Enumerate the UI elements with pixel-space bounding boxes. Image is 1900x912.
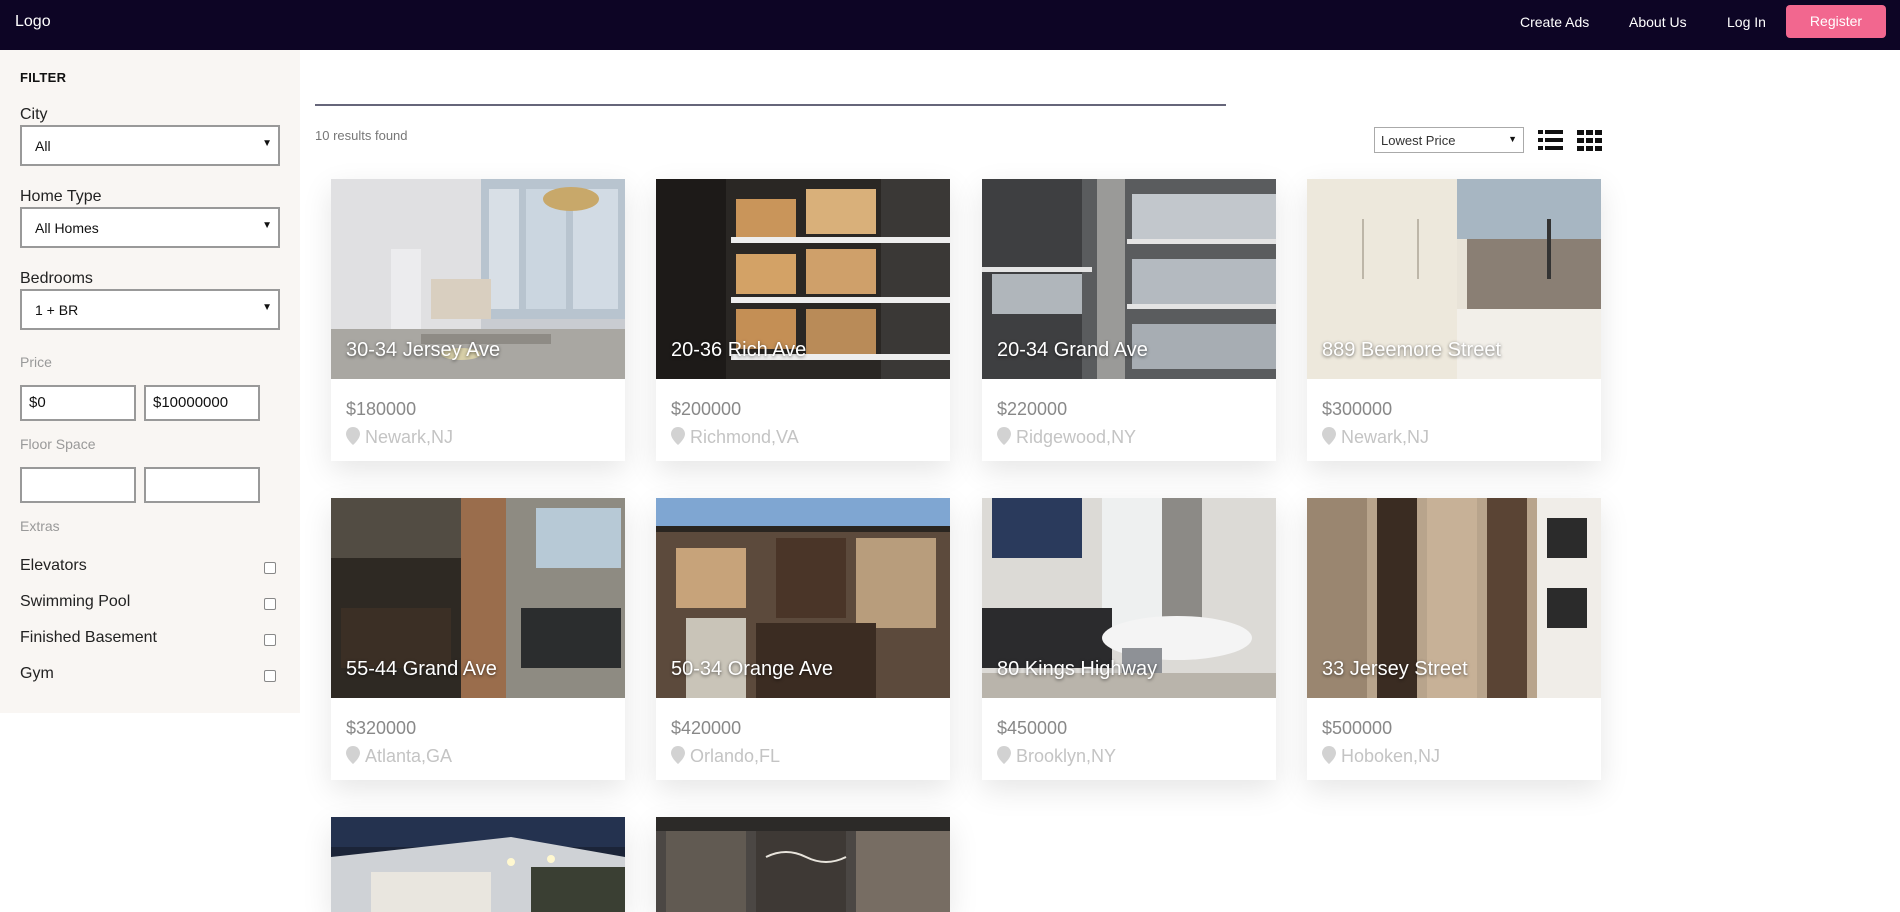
listing-card[interactable] <box>656 817 950 912</box>
nav-log-in[interactable]: Log In <box>1727 14 1766 30</box>
listing-location: Newark,NJ <box>1341 427 1430 447</box>
extra-elevators-label: Elevators <box>20 557 87 574</box>
listing-title[interactable]: 30-34 Jersey Ave <box>346 339 500 362</box>
listing-title[interactable]: 20-36 Rich Ave <box>671 339 806 362</box>
floor-space-min-input[interactable] <box>20 467 136 503</box>
listing-card[interactable]: 33 Jersey Street $500000 Hoboken,NJ <box>1307 498 1601 780</box>
extra-gym-label: Gym <box>20 665 54 682</box>
location-pin-icon <box>1322 427 1336 445</box>
listing-price: $500000 <box>1322 718 1393 738</box>
location-pin-icon <box>1322 746 1336 764</box>
listing-price: $220000 <box>997 399 1068 419</box>
home-type-label: Home Type <box>20 188 102 205</box>
floor-space-max-input[interactable] <box>144 467 260 503</box>
listing-title[interactable]: 33 Jersey Street <box>1322 658 1468 681</box>
grid-view-icon[interactable] <box>1577 129 1602 151</box>
nav-about-us[interactable]: About Us <box>1629 14 1687 30</box>
city-select-value: All <box>35 138 51 154</box>
top-navbar: Logo Create Ads About Us Log In Register <box>0 0 1900 50</box>
listing-card[interactable]: 55-44 Grand Ave $320000 Atlanta,GA <box>331 498 625 780</box>
listing-title[interactable]: 889 Beemore Street <box>1322 339 1501 362</box>
listing-card[interactable]: 20-34 Grand Ave $220000 Ridgewood,NY <box>982 179 1276 461</box>
register-button[interactable]: Register <box>1786 5 1886 38</box>
location-pin-icon <box>997 427 1011 445</box>
caret-down-icon: ▼ <box>262 220 272 231</box>
listing-location: Atlanta,GA <box>365 746 453 766</box>
extras-label: Extras <box>20 518 60 534</box>
listing-card[interactable]: 889 Beemore Street $300000 Newark,NJ <box>1307 179 1601 461</box>
listing-card[interactable]: 20-36 Rich Ave $200000 Richmond,VA <box>656 179 950 461</box>
listing-photo <box>656 817 950 912</box>
extra-finished-basement-checkbox[interactable] <box>264 634 276 646</box>
listing-card[interactable]: 80 Kings Highway $450000 Brooklyn,NY <box>982 498 1276 780</box>
extra-swimming-pool-checkbox[interactable] <box>264 598 276 610</box>
listing-price: $320000 <box>346 718 417 738</box>
caret-down-icon: ▼ <box>1508 134 1517 144</box>
location-pin-icon <box>346 746 360 764</box>
price-min-input[interactable]: $0 <box>20 385 136 421</box>
search-input[interactable] <box>315 104 1226 106</box>
home-type-select-value: All Homes <box>35 220 99 236</box>
home-type-select[interactable]: All Homes ▼ <box>20 207 280 248</box>
listing-card[interactable] <box>331 817 625 912</box>
sort-select-value: Lowest Price <box>1381 133 1456 148</box>
listing-location: Orlando,FL <box>690 746 781 766</box>
listing-location: Richmond,VA <box>690 427 799 447</box>
location-pin-icon <box>346 427 360 445</box>
listing-price: $300000 <box>1322 399 1393 419</box>
listing-photo <box>331 817 625 912</box>
location-pin-icon <box>997 746 1011 764</box>
price-max-input[interactable]: $10000000 <box>144 385 260 421</box>
filter-sidebar: FILTER City All ▼ Home Type All Homes ▼ … <box>0 50 300 713</box>
results-count: 10 results found <box>315 128 408 143</box>
price-label: Price <box>20 354 52 370</box>
nav-create-ads[interactable]: Create Ads <box>1520 14 1589 30</box>
listing-price: $200000 <box>671 399 742 419</box>
listing-location: Newark,NJ <box>365 427 454 447</box>
listing-title[interactable]: 20-34 Grand Ave <box>997 339 1148 362</box>
city-select[interactable]: All ▼ <box>20 125 280 166</box>
listing-price: $450000 <box>997 718 1068 738</box>
listing-location: Brooklyn,NY <box>1016 746 1117 766</box>
caret-down-icon: ▼ <box>262 138 272 149</box>
bedrooms-label: Bedrooms <box>20 270 93 287</box>
logo[interactable]: Logo <box>15 13 51 31</box>
bedrooms-select[interactable]: 1 + BR ▼ <box>20 289 280 330</box>
listing-price: $420000 <box>671 718 742 738</box>
location-pin-icon <box>671 427 685 445</box>
extra-swimming-pool-label: Swimming Pool <box>20 593 131 610</box>
listing-card[interactable]: 30-34 Jersey Ave $180000 Newark,NJ <box>331 179 625 461</box>
listing-title[interactable]: 50-34 Orange Ave <box>671 658 833 681</box>
extra-finished-basement-label: Finished Basement <box>20 629 157 646</box>
filter-title: FILTER <box>20 70 67 85</box>
caret-down-icon: ▼ <box>262 302 272 313</box>
location-pin-icon <box>671 746 685 764</box>
listing-title[interactable]: 80 Kings Highway <box>997 658 1157 681</box>
listing-price: $180000 <box>346 399 417 419</box>
extra-elevators-checkbox[interactable] <box>264 562 276 574</box>
listing-location: Ridgewood,NY <box>1016 427 1137 447</box>
floor-space-label: Floor Space <box>20 436 96 452</box>
listing-location: Hoboken,NJ <box>1341 746 1441 766</box>
sort-select[interactable]: Lowest Price ▼ <box>1374 127 1524 153</box>
listing-card[interactable]: 50-34 Orange Ave $420000 Orlando,FL <box>656 498 950 780</box>
list-view-icon[interactable] <box>1538 129 1563 151</box>
bedrooms-select-value: 1 + BR <box>35 302 79 318</box>
listing-title[interactable]: 55-44 Grand Ave <box>346 658 497 681</box>
extra-gym-checkbox[interactable] <box>264 670 276 682</box>
city-label: City <box>20 106 48 123</box>
